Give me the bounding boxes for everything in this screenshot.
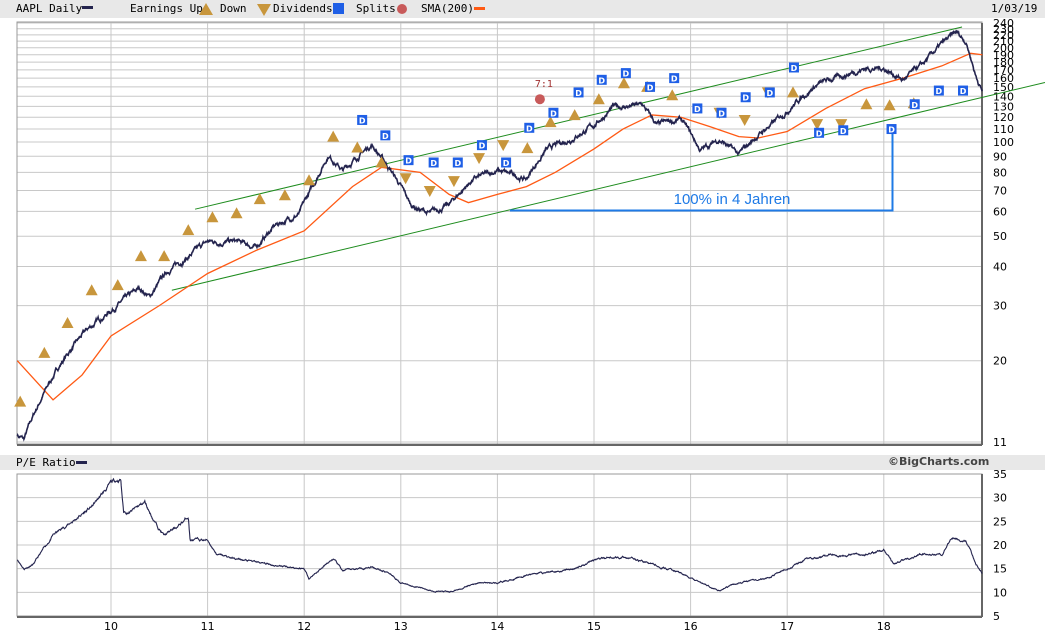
earnings-up-icon: [199, 3, 213, 15]
dividend-marker-letter: D: [382, 132, 389, 141]
earnings-up-marker: [327, 130, 340, 142]
dividend-marker-letter: D: [888, 126, 895, 135]
earnings-down-marker: [473, 153, 486, 165]
price-line: [16, 29, 983, 442]
dividend-marker-letter: D: [550, 109, 557, 118]
dividend-marker-letter: D: [960, 87, 967, 96]
dividend-marker-letter: D: [430, 159, 437, 168]
dividend-marker-letter: D: [359, 116, 366, 125]
dividend-marker-letter: D: [791, 64, 798, 73]
trend-channel-line: [171, 81, 1045, 291]
price-tick-label: 20: [993, 355, 1007, 368]
price-tick-label: 40: [993, 261, 1007, 274]
dividend-marker-letter: D: [405, 157, 412, 166]
x-tick-label: 12: [297, 620, 311, 633]
sma-200-line: [16, 52, 983, 401]
price-tick-label: 90: [993, 150, 1007, 163]
pe-tick-label: 15: [993, 563, 1007, 576]
dividend-marker-letter: D: [742, 94, 749, 103]
earnings-up-marker: [592, 93, 605, 105]
dividend-marker-letter: D: [647, 83, 654, 92]
earnings-up-marker: [111, 279, 124, 291]
split-label: 7:1: [535, 79, 553, 90]
dividend-marker-letter: D: [816, 129, 823, 138]
earnings-up-marker: [860, 98, 873, 110]
earnings-down-marker: [738, 114, 751, 126]
earnings-up-marker: [14, 395, 27, 407]
dividend-marker-letter: D: [623, 70, 630, 79]
price-tick-label: 80: [993, 166, 1007, 179]
pe-tick-label: 20: [993, 539, 1007, 552]
x-tick-label: 13: [394, 620, 408, 633]
dividend-marker-letter: D: [526, 124, 533, 133]
pe-ratio-line: [16, 477, 983, 594]
price-tick-label: 11: [993, 436, 1007, 449]
pe-tick-label: 5: [993, 610, 1000, 623]
x-tick-label: 10: [104, 620, 118, 633]
earnings-down-marker: [423, 186, 436, 198]
earnings-up-marker: [206, 211, 219, 223]
earnings-down-marker: [447, 176, 460, 188]
earnings-up-marker: [134, 250, 147, 262]
pe-tick-label: 35: [993, 468, 1007, 481]
dividend-icon: [333, 3, 344, 14]
pe-tick-label: 25: [993, 515, 1007, 528]
dividend-marker-letter: D: [936, 87, 943, 96]
x-tick-label: 16: [684, 620, 698, 633]
earnings-up-marker: [883, 99, 896, 111]
split-icon: [397, 4, 407, 14]
earnings-up-marker: [521, 142, 534, 154]
price-tick-label: 100: [993, 136, 1014, 149]
earnings-down-icon: [257, 4, 271, 16]
x-tick-label: 17: [780, 620, 794, 633]
earnings-up-marker: [230, 207, 243, 219]
pe-tick-label: 10: [993, 586, 1007, 599]
x-tick-label: 14: [490, 620, 504, 633]
earnings-up-marker: [182, 224, 195, 236]
sma-legend-swatch: [474, 7, 485, 10]
earnings-up-marker: [303, 174, 316, 186]
dividend-marker-letter: D: [479, 142, 486, 151]
dividend-marker-letter: D: [694, 105, 701, 114]
earnings-down-marker: [399, 173, 412, 185]
earnings-up-marker: [351, 141, 364, 153]
earnings-up-marker: [568, 109, 581, 121]
earnings-up-marker: [85, 284, 98, 296]
dividend-marker-letter: D: [840, 127, 847, 136]
x-tick-label: 11: [201, 620, 215, 633]
earnings-up-marker: [617, 77, 630, 89]
dividend-marker-letter: D: [575, 89, 582, 98]
pe-tick-label: 30: [993, 492, 1007, 505]
earnings-up-marker: [786, 86, 799, 98]
earnings-down-marker: [497, 140, 510, 152]
price-tick-label: 110: [993, 123, 1014, 136]
dividend-marker-letter: D: [598, 76, 605, 85]
dividend-marker-letter: D: [454, 159, 461, 168]
earnings-up-marker: [158, 250, 171, 262]
dividend-marker-letter: D: [671, 75, 678, 84]
dividend-marker-letter: D: [503, 159, 510, 168]
earnings-up-marker: [38, 346, 51, 358]
dividend-marker-letter: D: [718, 109, 725, 118]
price-tick-label: 60: [993, 205, 1007, 218]
earnings-up-marker: [61, 317, 74, 329]
split-marker: [534, 94, 545, 105]
dividend-marker-letter: D: [911, 101, 918, 110]
price-tick-label: 50: [993, 230, 1007, 243]
x-tick-label: 15: [587, 620, 601, 633]
price-panel-frame: [16, 21, 983, 445]
annotation-text: 100% in 4 Jahren: [674, 191, 791, 208]
price-tick-label: 30: [993, 300, 1007, 313]
chart-canvas: 2402302202102001901801701601501401301201…: [14, 3, 1045, 633]
dividend-marker-letter: D: [766, 89, 773, 98]
x-tick-label: 18: [877, 620, 891, 633]
price-tick-label: 70: [993, 184, 1007, 197]
